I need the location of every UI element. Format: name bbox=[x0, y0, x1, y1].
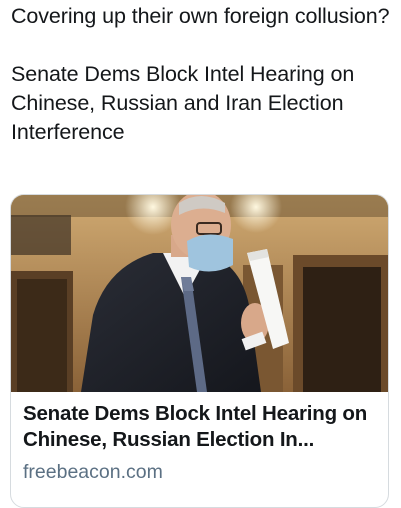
tweet-line-headline: Senate Dems Block Intel Hearing on Chine… bbox=[11, 62, 355, 144]
link-preview-card[interactable]: Senate Dems Block Intel Hearing on Chine… bbox=[10, 194, 389, 508]
card-body[interactable]: Senate Dems Block Intel Hearing on Chine… bbox=[11, 392, 388, 485]
tweet-line-question: Covering up their own foreign collusion? bbox=[11, 4, 390, 28]
photo-illustration bbox=[11, 195, 388, 392]
tweet-text: Covering up their own foreign collusion?… bbox=[11, 2, 396, 147]
card-domain[interactable]: freebeacon.com bbox=[23, 459, 376, 485]
card-title[interactable]: Senate Dems Block Intel Hearing on Chine… bbox=[23, 401, 376, 453]
card-thumbnail-image[interactable] bbox=[11, 195, 388, 392]
